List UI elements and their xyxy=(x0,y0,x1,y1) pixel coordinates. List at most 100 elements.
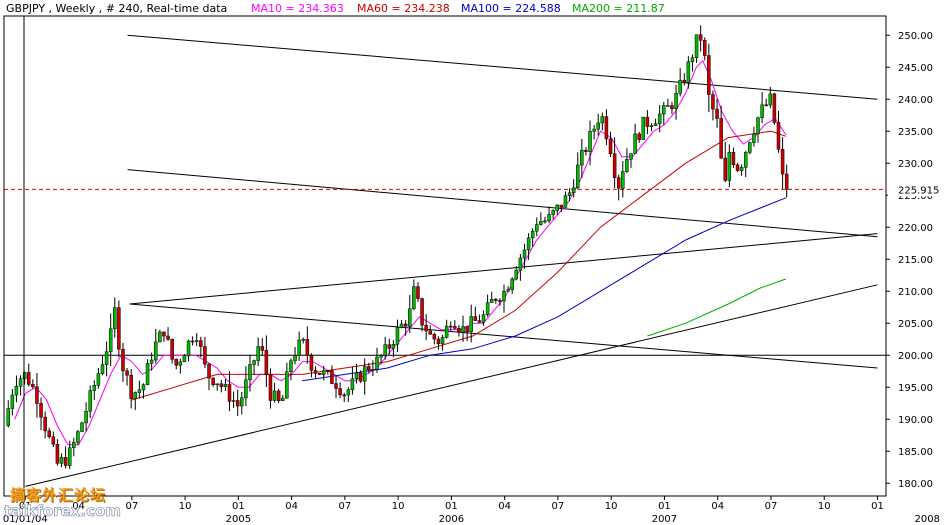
candle-body xyxy=(59,457,64,464)
candle-body xyxy=(428,330,433,335)
candle-body xyxy=(346,389,351,396)
candle-body xyxy=(6,408,11,426)
candle-body xyxy=(784,173,789,190)
y-tick-label: 210.00 xyxy=(898,287,933,298)
candle-body xyxy=(469,316,473,333)
candle-body xyxy=(522,249,527,259)
candle-body xyxy=(174,358,178,366)
candle-body xyxy=(743,152,748,168)
candle-body xyxy=(72,441,76,449)
candle-body xyxy=(162,331,166,337)
year-label: 2006 xyxy=(439,514,464,525)
candle-body xyxy=(412,286,416,310)
candle-body xyxy=(268,374,273,401)
ma100-label: MA100 = 224.588 xyxy=(461,2,561,15)
candle-body xyxy=(199,340,203,347)
candle-body xyxy=(272,390,277,401)
ma60-label: MA60 = 234.238 xyxy=(357,2,450,15)
candle-body xyxy=(367,366,371,371)
candle-body xyxy=(690,57,695,62)
candle-body xyxy=(80,422,84,432)
candle-body xyxy=(281,397,285,401)
candlestick-chart: 180.00 185.00 190.00 195.00 200.00 205.00 210.… xyxy=(3,2,944,525)
candle-body xyxy=(264,350,269,376)
candle-body xyxy=(530,230,535,239)
candle xyxy=(748,141,752,155)
candle-body xyxy=(96,373,101,386)
candle-body xyxy=(321,370,326,375)
candle-body xyxy=(760,104,764,118)
candle-body xyxy=(403,323,408,327)
candle-body xyxy=(621,171,625,189)
candle-body xyxy=(547,214,551,222)
y-tick-label: 240.00 xyxy=(898,95,933,106)
candle-body xyxy=(735,164,740,171)
candle-body xyxy=(334,383,338,389)
candle-body xyxy=(420,298,424,326)
candle-body xyxy=(76,431,80,443)
candle-body xyxy=(371,369,375,371)
candle-body xyxy=(305,339,310,356)
candle-body xyxy=(494,298,498,301)
candle-body xyxy=(739,167,744,171)
candle-body xyxy=(231,400,236,402)
x-tick-label: 10 xyxy=(392,501,405,512)
candle-body xyxy=(518,257,523,271)
last-price-label: 225.915 xyxy=(898,185,939,196)
candle-body xyxy=(633,133,637,154)
candle xyxy=(117,300,121,358)
candle-body xyxy=(223,384,228,387)
candle-body xyxy=(473,316,478,321)
candle-body xyxy=(432,333,437,340)
candle-body xyxy=(248,364,252,381)
candle-body xyxy=(666,105,670,107)
x-tick-label: 07 xyxy=(125,501,138,512)
candle-body xyxy=(190,340,195,343)
candle-body xyxy=(731,152,736,165)
candle-body xyxy=(141,384,146,391)
candle-body xyxy=(113,307,117,330)
candle-body xyxy=(555,204,560,211)
candle-body xyxy=(100,364,105,374)
x-tick-label: 01 xyxy=(445,501,458,512)
y-tick-label: 245.00 xyxy=(898,63,933,74)
candle-body xyxy=(133,392,138,399)
candle-body xyxy=(88,390,92,412)
candle-body xyxy=(276,390,281,401)
candle-body xyxy=(776,122,781,150)
candle-body xyxy=(780,149,785,175)
candle-body xyxy=(752,133,756,143)
candle-body xyxy=(653,123,658,126)
candle-body xyxy=(637,133,641,140)
candle-body xyxy=(104,351,109,365)
y-tick-label: 235.00 xyxy=(898,127,933,138)
y-tick-label: 205.00 xyxy=(898,319,933,330)
candle-body xyxy=(289,360,293,373)
candle-body xyxy=(399,323,404,328)
candle-body xyxy=(645,116,650,127)
candle-body xyxy=(526,237,531,251)
candle-body xyxy=(235,400,240,407)
x-tick-label: 04 xyxy=(711,501,724,512)
year-label: 2008 xyxy=(915,514,940,525)
x-tick-label: 10 xyxy=(179,501,192,512)
y-tick-label: 185.00 xyxy=(898,447,933,458)
x-tick-label: 07 xyxy=(765,501,778,512)
x-tick-label: 01 xyxy=(658,501,671,512)
candle-body xyxy=(92,385,97,391)
candle-body xyxy=(748,142,752,153)
candle-body xyxy=(694,34,699,59)
candle-body xyxy=(84,410,88,424)
candle-body xyxy=(149,359,154,364)
candle-body xyxy=(260,346,265,351)
candle-body xyxy=(641,116,646,140)
candle-body xyxy=(596,122,600,130)
candle-body xyxy=(244,379,248,399)
candle-body xyxy=(395,327,400,345)
candle-body xyxy=(326,370,330,372)
chart-root: 180.00 185.00 190.00 195.00 200.00 205.00 210.… xyxy=(0,0,944,525)
x-tick-label: 01 xyxy=(232,501,245,512)
candle xyxy=(641,116,646,140)
candle-body xyxy=(707,55,711,95)
candle-body xyxy=(178,361,183,366)
